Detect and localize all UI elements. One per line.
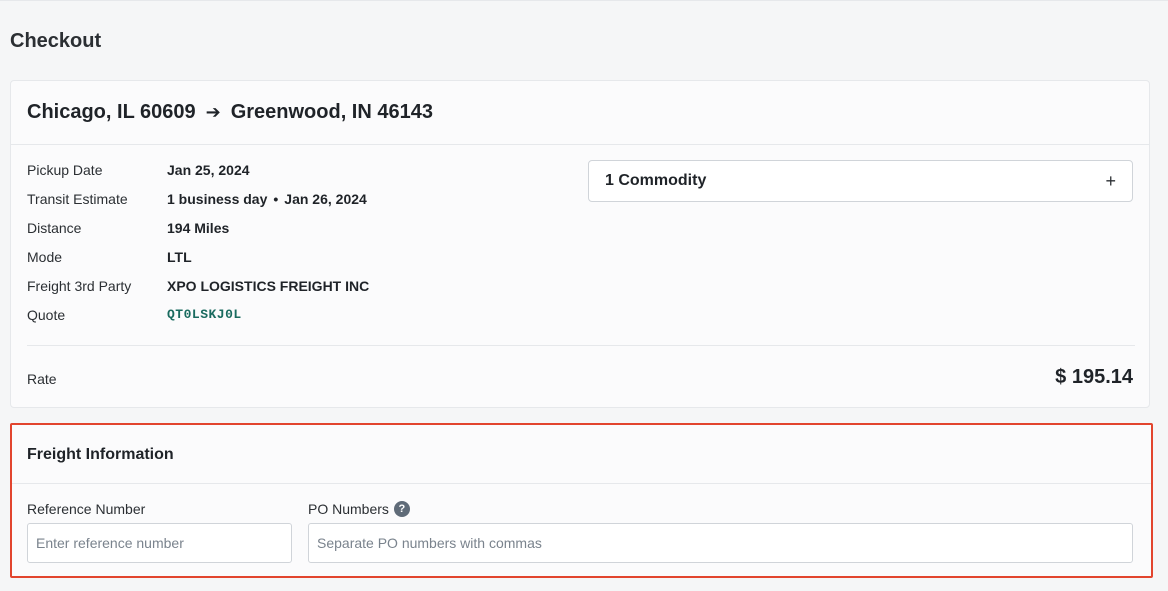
po-numbers-label-text: PO Numbers (308, 501, 389, 517)
detail-row-transit: Transit Estimate 1 business day • Jan 26, … (27, 191, 369, 220)
commodity-accordion[interactable]: 1 Commodity + (588, 160, 1133, 202)
freight-information-title: Freight Information (27, 446, 174, 463)
route-destination: Greenwood, IN 46143 (230, 101, 433, 123)
detail-row-quote: Quote QT0LSKJ0L (27, 307, 369, 336)
pickup-date-value: Jan 25, 2024 (167, 162, 250, 178)
reference-number-label: Reference Number (27, 501, 145, 517)
distance-value: 194 Miles (167, 220, 230, 236)
mode-label: Mode (27, 249, 63, 265)
rate-value: $ 195.14 (1055, 366, 1133, 388)
rate-label: Rate (27, 371, 57, 387)
reference-number-label-text: Reference Number (27, 501, 146, 517)
freight-divider (12, 483, 1151, 484)
route-origin: Chicago, IL 60609 (27, 101, 196, 123)
reference-number-input[interactable] (27, 523, 292, 563)
detail-row-mode: Mode LTL (27, 249, 369, 278)
detail-row-freight: Freight 3rd Party XPO LOGISTICS FREIGHT … (27, 278, 369, 307)
quote-label: Quote (27, 307, 66, 323)
po-numbers-input[interactable] (308, 523, 1133, 563)
freight-party-value: XPO LOGISTICS FREIGHT INC (167, 278, 370, 294)
detail-row-pickup: Pickup Date Jan 25, 2024 (27, 162, 369, 191)
page-title: Checkout (10, 30, 102, 52)
commodity-label: 1 Commodity (605, 172, 707, 189)
route-header: Chicago, IL 60609 ➔ Greenwood, IN 46143 (11, 81, 1149, 145)
freight-information-section: Freight Information Reference Number PO … (10, 423, 1153, 578)
distance-label: Distance (27, 220, 82, 236)
transit-estimate-label: Transit Estimate (27, 191, 128, 207)
freight-party-label: Freight 3rd Party (27, 278, 132, 294)
plus-icon[interactable]: + (1105, 171, 1116, 192)
help-icon[interactable]: ? (393, 501, 410, 517)
arrow-right-icon: ➔ (205, 102, 221, 122)
shipment-summary-card: Chicago, IL 60609 ➔ Greenwood, IN 46143 … (10, 80, 1150, 408)
shipment-details: Pickup Date Jan 25, 2024 Transit Estimat… (27, 162, 369, 336)
po-numbers-label: PO Numbers ? (308, 501, 410, 517)
rate-divider (27, 345, 1135, 346)
bullet-separator: • (273, 191, 279, 207)
transit-date: Jan 26, 2024 (284, 191, 367, 207)
transit-estimate-value: 1 business day • Jan 26, 2024 (167, 191, 367, 207)
pickup-date-label: Pickup Date (27, 162, 103, 178)
top-divider (0, 0, 1168, 1)
mode-value: LTL (167, 249, 192, 265)
transit-days: 1 business day (167, 191, 268, 207)
quote-link[interactable]: QT0LSKJ0L (167, 307, 242, 322)
detail-row-distance: Distance 194 Miles (27, 220, 369, 249)
